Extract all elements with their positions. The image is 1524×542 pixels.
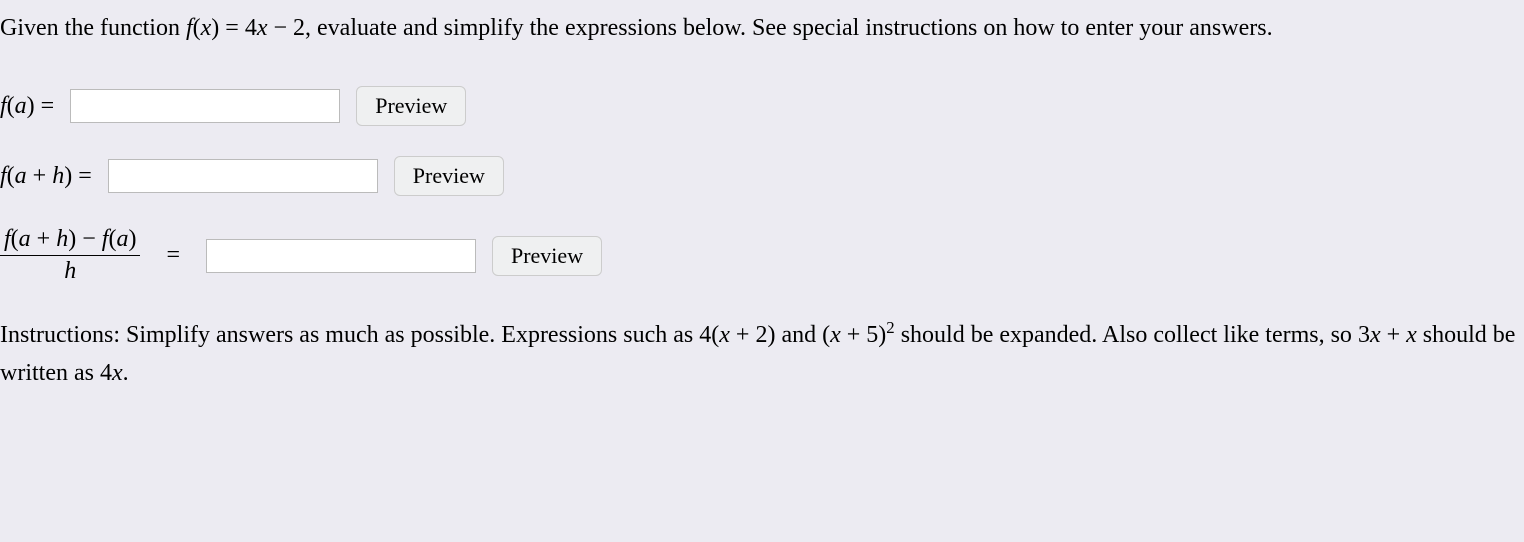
fa-close: )	[27, 93, 35, 119]
fah-h: h	[52, 163, 64, 189]
dq-open1: (	[11, 226, 19, 252]
intro-x: x	[201, 15, 212, 41]
dq-minus: −	[76, 226, 102, 252]
row-fah: f(a + h) = Preview	[0, 156, 1524, 196]
instr-e3x2: x	[1406, 322, 1417, 348]
intro-eq: =	[219, 15, 245, 41]
input-fah[interactable]	[108, 159, 378, 193]
intro-open-paren: (	[193, 15, 201, 41]
fa-eq: =	[35, 93, 55, 119]
instr-e1x: x	[719, 322, 730, 348]
label-fah: f(a + h) =	[0, 163, 92, 190]
fah-eq: =	[72, 163, 92, 189]
instr-part1: Instructions: Simplify answers as much a…	[0, 322, 699, 348]
intro-4: 4	[245, 15, 257, 41]
intro-text-1: Given the function	[0, 15, 186, 41]
dq-eq: =	[166, 242, 180, 269]
label-fa: f(a) =	[0, 93, 54, 120]
intro-minus: −	[267, 15, 293, 41]
row-fa: f(a) = Preview	[0, 86, 1524, 126]
instr-part2: should be expanded. Also collect like te…	[895, 322, 1358, 348]
instr-e1b: + 2)	[730, 322, 776, 348]
dq-close2: )	[128, 226, 136, 252]
fa-f: f	[0, 93, 7, 119]
dq-f1: f	[4, 226, 11, 252]
dq-h1: h	[56, 226, 68, 252]
fah-plus: +	[27, 163, 53, 189]
dq-a1: a	[19, 226, 31, 252]
fah-a: a	[15, 163, 27, 189]
fah-f: f	[0, 163, 7, 189]
preview-button-fah[interactable]: Preview	[394, 156, 504, 196]
instr-e2x: x	[830, 322, 841, 348]
instr-e1a: 4(	[699, 322, 719, 348]
intro-text-2: , evaluate and simplify the expressions …	[305, 15, 1273, 41]
question-intro: Given the function f(x) = 4x − 2, evalua…	[0, 10, 1524, 46]
input-diff-quot[interactable]	[206, 239, 476, 273]
fraction-diff-quot: f(a + h) − f(a) h	[0, 226, 140, 285]
row-diff-quot: f(a + h) − f(a) h = Preview	[0, 226, 1524, 285]
fraction-numerator: f(a + h) − f(a)	[0, 226, 140, 256]
input-fa[interactable]	[70, 89, 340, 123]
intro-2: 2	[293, 15, 305, 41]
dq-den-h: h	[64, 258, 76, 284]
intro-rhs-x: x	[257, 15, 268, 41]
instr-e3plus: +	[1381, 322, 1407, 348]
instr-e4a: 4	[100, 360, 112, 386]
fraction-denominator: h	[0, 256, 140, 285]
intro-f: f	[186, 15, 193, 41]
dq-a2: a	[116, 226, 128, 252]
instr-e3a: 3	[1358, 322, 1370, 348]
instr-sup: 2	[886, 318, 894, 337]
instr-e2open: (	[822, 322, 830, 348]
instr-e3x1: x	[1370, 322, 1381, 348]
fa-a: a	[15, 93, 27, 119]
instr-period: .	[123, 360, 129, 386]
instructions-text: Instructions: Simplify answers as much a…	[0, 315, 1524, 393]
fah-open: (	[7, 163, 15, 189]
preview-button-fa[interactable]: Preview	[356, 86, 466, 126]
fa-open: (	[7, 93, 15, 119]
preview-button-diff-quot[interactable]: Preview	[492, 236, 602, 276]
instr-e4x: x	[112, 360, 123, 386]
instr-e2plus: + 5)	[841, 322, 887, 348]
instr-and: and	[775, 322, 822, 348]
dq-plus: +	[31, 226, 57, 252]
